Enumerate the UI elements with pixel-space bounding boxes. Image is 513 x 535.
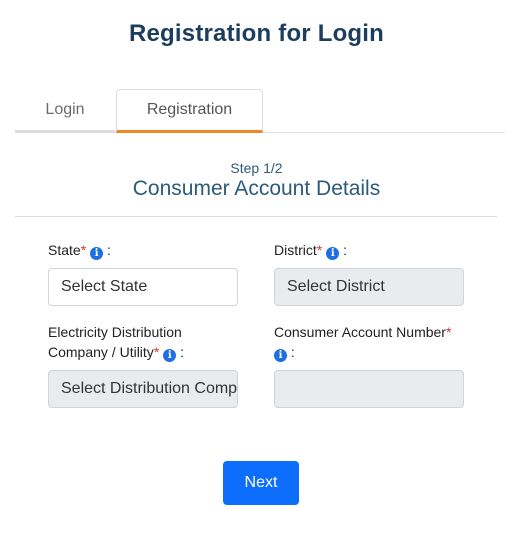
state-select[interactable]: Select State	[48, 268, 238, 306]
required-mark: *	[153, 344, 160, 360]
account-number-label-text: Consumer Account Number	[274, 324, 446, 340]
info-icon[interactable]: i	[90, 247, 104, 260]
info-icon[interactable]: i	[326, 247, 340, 260]
account-number-label-line2: i :	[274, 342, 451, 362]
page-title: Registration for Login	[128, 20, 385, 47]
label-colon: :	[107, 242, 111, 258]
district-label: District* i :	[274, 240, 347, 260]
state-label: State* i :	[48, 240, 111, 260]
label-colon: :	[343, 242, 348, 258]
required-mark: *	[316, 242, 323, 258]
district-label-text: District	[274, 242, 317, 258]
tab-login[interactable]: Login	[15, 89, 115, 133]
section-title: Consumer Account Details	[132, 177, 381, 200]
section-divider	[15, 216, 497, 217]
account-number-label: Consumer Account Number* i :	[274, 322, 451, 362]
utility-label-line2-wrap: Company / Utility* i :	[48, 342, 184, 362]
info-icon[interactable]: i	[163, 349, 177, 362]
required-mark: *	[445, 324, 452, 340]
next-button[interactable]: Next	[223, 461, 299, 505]
info-icon[interactable]: i	[274, 349, 287, 362]
utility-label-line1: Electricity Distribution	[48, 324, 182, 340]
account-number-input[interactable]	[274, 370, 464, 408]
utility-label: Electricity Distribution Company / Utili…	[48, 322, 184, 362]
district-select[interactable]: Select District	[274, 268, 464, 306]
required-mark: *	[80, 242, 87, 258]
label-colon: :	[290, 344, 295, 360]
tab-registration[interactable]: Registration	[116, 89, 263, 133]
label-colon: :	[180, 344, 185, 360]
tab-bar: Login Registration	[15, 89, 505, 133]
step-indicator: Step 1/2	[230, 160, 283, 176]
utility-select[interactable]: Select Distribution Company	[48, 370, 238, 408]
account-number-label-line1: Consumer Account Number*	[274, 322, 451, 342]
utility-label-line2: Company / Utility	[48, 344, 154, 360]
state-label-text: State	[48, 242, 81, 258]
